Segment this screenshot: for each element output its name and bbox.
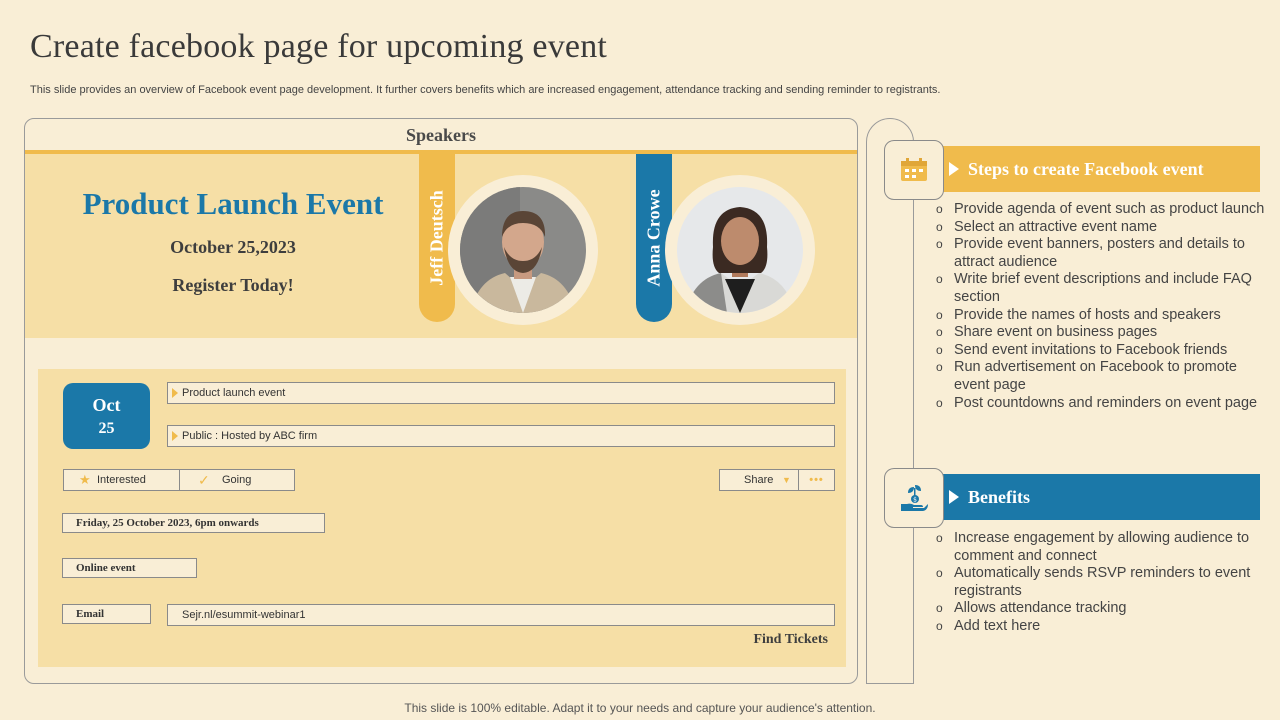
register-text: Register Today!	[172, 275, 294, 295]
timeline-bracket	[866, 118, 914, 684]
event-name-field: Product launch event	[167, 382, 835, 404]
link-text: Sejr.nl/esummit-webinar1	[182, 609, 306, 621]
list-item: Select an attractive event name	[936, 219, 1266, 237]
event-card: Speakers Product Launch Event October 25…	[24, 118, 858, 684]
benefits-title: Benefits	[968, 487, 1030, 507]
page-title: Create facebook page for upcoming event	[30, 28, 608, 65]
list-item: Add text here	[936, 618, 1266, 636]
going-button[interactable]: ✓ Going	[179, 469, 295, 491]
speaker-photo-ring-1	[448, 175, 598, 325]
online-event-chip: Online event	[62, 558, 197, 578]
money-plant-hand-icon: $	[901, 485, 928, 511]
speakers-header: Speakers	[405, 125, 476, 145]
arrow-icon	[172, 431, 178, 441]
star-icon: ★	[79, 472, 91, 487]
hosted-field: Public : Hosted by ABC firm	[167, 425, 835, 447]
event-name-text: Product launch event	[182, 387, 286, 399]
list-item: Increase engagement by allowing audience…	[936, 530, 1266, 565]
list-item: Share event on business pages	[936, 324, 1266, 342]
list-item: Provide agenda of event such as product …	[936, 201, 1266, 219]
check-icon: ✓	[198, 472, 210, 488]
speaker-photo-ring-2	[665, 175, 815, 325]
speaker-name-2: Anna Crowe	[643, 189, 664, 287]
more-button[interactable]: •••	[798, 469, 835, 491]
benefits-list: Increase engagement by allowing audience…	[936, 530, 1266, 636]
triangle-down-icon: ▼	[782, 475, 791, 485]
steps-list: Provide agenda of event such as product …	[936, 201, 1266, 412]
steps-icon-box	[884, 140, 944, 200]
date-badge: Oct 25	[63, 383, 150, 449]
link-field[interactable]: Sejr.nl/esummit-webinar1	[167, 604, 835, 626]
benefits-heading: Benefits	[941, 474, 1260, 520]
interested-label: Interested	[97, 474, 146, 486]
event-details-panel: Oct 25 Product launch event Public : Hos…	[38, 369, 846, 667]
datetime-chip: Friday, 25 October 2023, 6pm onwards	[62, 513, 325, 533]
steps-title: Steps to create Facebook event	[968, 159, 1204, 179]
list-item: Allows attendance tracking	[936, 600, 1266, 618]
date-day: 25	[98, 420, 115, 437]
triangle-right-icon	[949, 490, 959, 504]
page-subtitle: This slide provides an overview of Faceb…	[30, 84, 941, 96]
svg-text:$: $	[913, 497, 917, 504]
footer-note: This slide is 100% editable. Adapt it to…	[404, 701, 876, 715]
arrow-icon	[172, 388, 178, 398]
list-item: Provide event banners, posters and detai…	[936, 236, 1266, 271]
steps-heading: Steps to create Facebook event	[941, 146, 1260, 192]
find-tickets-link[interactable]: Find Tickets	[753, 632, 828, 648]
list-item: Write brief event descriptions and inclu…	[936, 271, 1266, 306]
going-label: Going	[222, 474, 252, 486]
hosted-text: Public : Hosted by ABC firm	[182, 430, 318, 442]
list-item: Run advertisement on Facebook to promote…	[936, 359, 1266, 394]
date-month: Oct	[92, 395, 121, 415]
calendar-icon	[901, 158, 927, 181]
share-label: Share	[744, 474, 774, 486]
speaker-name-1: Jeff Deutsch	[426, 190, 447, 286]
share-button[interactable]: Share ▼	[719, 469, 799, 491]
list-item: Post countdowns and reminders on event p…	[936, 395, 1266, 413]
list-item: Send event invitations to Facebook frien…	[936, 342, 1266, 360]
event-date: October 25,2023	[170, 237, 296, 257]
speaker-photo-1	[460, 187, 586, 313]
interested-button[interactable]: ★ Interested	[63, 469, 180, 491]
triangle-right-icon	[949, 162, 959, 176]
list-item: Provide the names of hosts and speakers	[936, 307, 1266, 325]
email-chip: Email	[62, 604, 151, 624]
list-item: Automatically sends RSVP reminders to ev…	[936, 565, 1266, 600]
speaker-photo-2	[677, 187, 803, 313]
event-title: Product Launch Event	[82, 186, 384, 221]
benefits-icon-box: $	[884, 468, 944, 528]
